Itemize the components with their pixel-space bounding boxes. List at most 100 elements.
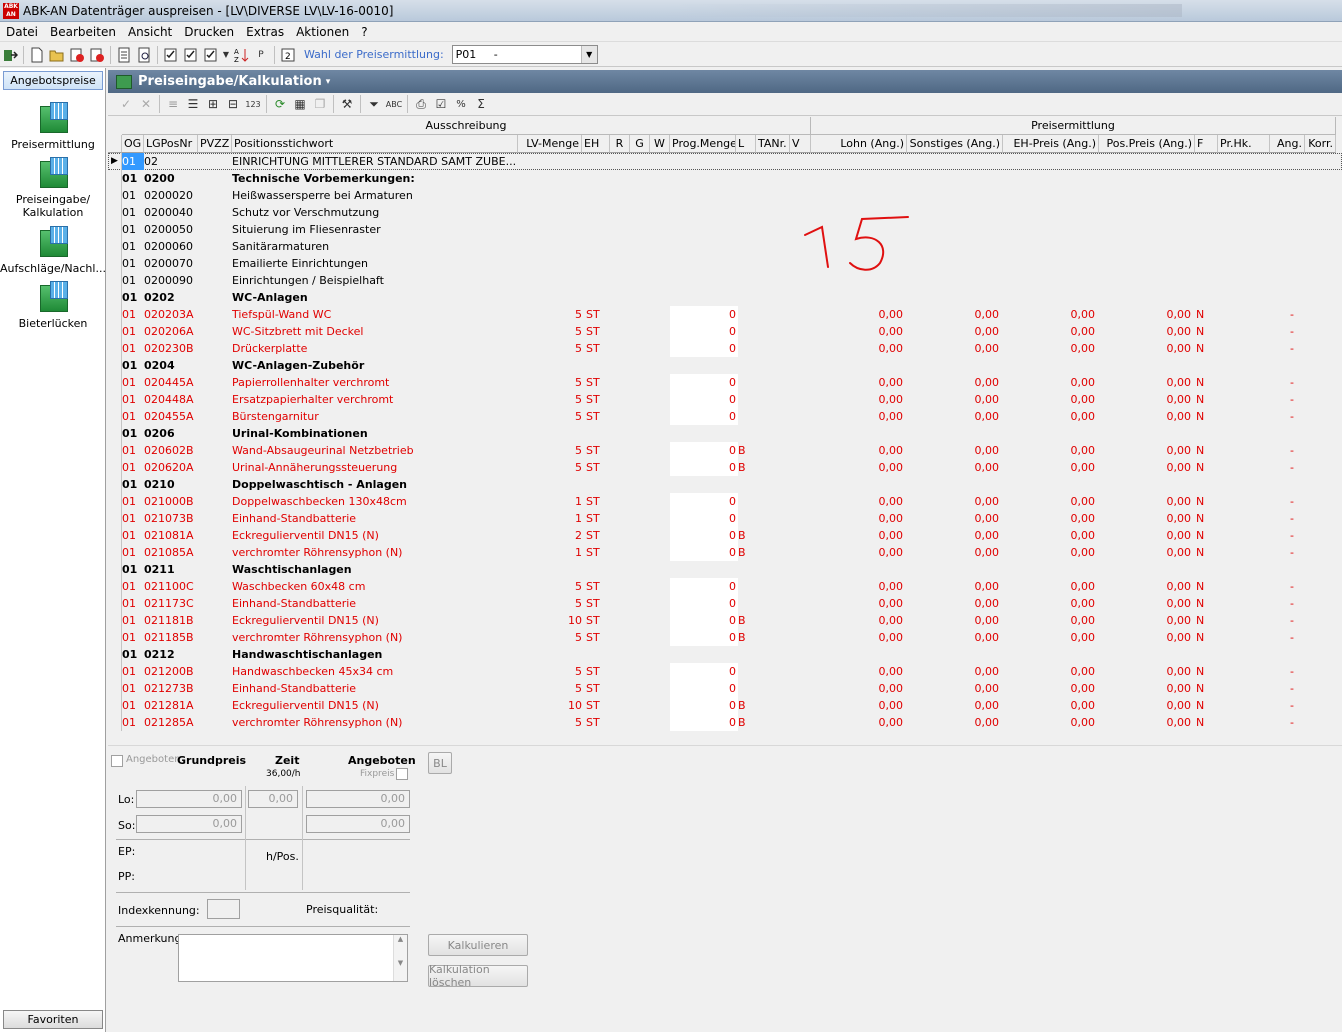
column-header-eh-preis[interactable]: EH-Preis (Ang.) — [1003, 135, 1099, 153]
cell-prog-menge[interactable]: 0 — [670, 629, 738, 646]
document-list-icon[interactable] — [114, 45, 134, 65]
cell-prog-menge[interactable]: 0 — [670, 510, 738, 527]
column-header-lohn[interactable]: Lohn (Ang.) — [811, 135, 907, 153]
lo-grundpreis-field[interactable]: 0,00 — [136, 790, 242, 808]
menu-extras[interactable]: Extras — [240, 25, 290, 39]
filter-abc-icon[interactable]: ABC — [384, 94, 404, 114]
column-header-f[interactable]: F — [1195, 135, 1218, 153]
import-icon[interactable] — [67, 45, 87, 65]
close-icon[interactable]: ✕ — [136, 94, 156, 114]
column-header-positionsstichwort[interactable]: Positionsstichwort — [232, 135, 518, 153]
column-header-pr-hk[interactable]: Pr.Hk. — [1218, 135, 1270, 153]
column-header-prog-menge[interactable]: Prog.Menge — [670, 135, 736, 153]
lo-zeit-field[interactable]: 0,00 — [248, 790, 298, 808]
cell-prog-menge[interactable]: 0 — [670, 391, 738, 408]
table-row[interactable]: 01 0200040 Schutz vor Verschmutzung — [108, 204, 1342, 221]
column-header-l[interactable]: L — [736, 135, 756, 153]
table-row[interactable]: ▶ 01 02 EINRICHTUNG MITTLERER STANDARD SAMT… — [108, 153, 1342, 170]
fixpreis-checkbox[interactable] — [396, 768, 408, 780]
table-row[interactable]: 01 020455A Bürstengarnitur 5 ST 0 0,00 0,00 0,00… — [108, 408, 1342, 425]
filter-icon[interactable]: ⏷ — [364, 94, 384, 114]
document-search-icon[interactable] — [134, 45, 154, 65]
cell-prog-menge[interactable]: 0 — [670, 714, 738, 731]
menu-bearbeiten[interactable]: Bearbeiten — [44, 25, 122, 39]
indexkennung-field[interactable] — [207, 899, 240, 919]
cell-prog-menge[interactable]: 0 — [670, 663, 738, 680]
cell-prog-menge[interactable]: 0 — [670, 697, 738, 714]
column-header-lv-menge[interactable]: LV-Menge — [518, 135, 582, 153]
column-header-pvzz[interactable]: PVZZ — [198, 135, 232, 153]
table-row[interactable]: 01 021273B Einhand-Standbatterie 5 ST 0 0,00 0,… — [108, 680, 1342, 697]
preisermittlung-select[interactable]: P01 - ▼ — [451, 45, 598, 64]
cell-prog-menge[interactable]: 0 — [670, 680, 738, 697]
table-row[interactable]: 01 020620A Urinal-Annäherungssteuerung 5 ST 0… — [108, 459, 1342, 476]
table-row[interactable]: 01 0212 Handwaschtischanlagen — [108, 646, 1342, 663]
collapse-icon[interactable]: ≡ — [163, 94, 183, 114]
column-header-sonstiges[interactable]: Sonstiges (Ang.) — [907, 135, 1003, 153]
cell-prog-menge[interactable]: 0 — [670, 442, 738, 459]
cell-prog-menge[interactable]: 0 — [670, 595, 738, 612]
sidebar-item-bieterluecken[interactable]: Bieterlücken — [0, 281, 106, 330]
table-row[interactable]: 01 020448A Ersatzpapierhalter verchromt 5 ST… — [108, 391, 1342, 408]
open-folder-icon[interactable] — [47, 45, 67, 65]
column-header-v[interactable]: V — [790, 135, 811, 153]
preview-icon[interactable]: ⎙ — [411, 94, 431, 114]
column-header-tanr[interactable]: TANr. — [756, 135, 790, 153]
menu-aktionen[interactable]: Aktionen — [290, 25, 355, 39]
table-row[interactable]: 01 020203A Tiefspül-Wand WC 5 ST 0 0,00 0,00 0,0… — [108, 306, 1342, 323]
column-header-lgposnr[interactable]: LGPosNr — [144, 135, 198, 153]
cell-prog-menge[interactable]: 0 — [670, 323, 738, 340]
exit-icon[interactable] — [0, 45, 20, 65]
table-row[interactable]: 01 021173C Einhand-Standbatterie 5 ST 0 0,00 0,… — [108, 595, 1342, 612]
column-header-pos-preis[interactable]: Pos.Preis (Ang.) — [1099, 135, 1195, 153]
numbering-icon[interactable]: 123 — [243, 94, 263, 114]
table-row[interactable]: 01 020602B Wand-Absaugeurinal Netzbetrieb 5… — [108, 442, 1342, 459]
cell-prog-menge[interactable]: 0 — [670, 408, 738, 425]
checklist-icon[interactable] — [161, 45, 181, 65]
p-icon[interactable]: P — [251, 45, 271, 65]
angebotspreise-button[interactable]: Angebotspreise — [3, 71, 103, 90]
binoculars-icon[interactable]: ⊞ — [203, 94, 223, 114]
table-row[interactable]: 01 021100C Waschbecken 60x48 cm 5 ST 0 0,00 0,0… — [108, 578, 1342, 595]
sidebar-item-preiseingabe[interactable]: Preiseingabe/ Kalkulation — [0, 157, 106, 219]
column-header-w[interactable]: W — [650, 135, 670, 153]
export-icon[interactable] — [87, 45, 107, 65]
table-row[interactable]: 01 0206 Urinal-Kombinationen — [108, 425, 1342, 442]
cell-prog-menge[interactable]: 0 — [670, 340, 738, 357]
cell-prog-menge[interactable]: 0 — [670, 544, 738, 561]
kalkulation-loeschen-button[interactable]: Kalkulation löschen — [428, 963, 528, 989]
binoculars-2-icon[interactable]: ⊟ — [223, 94, 243, 114]
table-row[interactable]: 01 0204 WC-Anlagen-Zubehör — [108, 357, 1342, 374]
cell-prog-menge[interactable]: 0 — [670, 493, 738, 510]
bl-button[interactable]: BL — [428, 752, 452, 774]
table-row[interactable]: 01 021073B Einhand-Standbatterie 1 ST 0 0,00 0,… — [108, 510, 1342, 527]
refresh-icon[interactable]: ⟳ — [270, 94, 290, 114]
table-row[interactable]: 01 0200090 Einrichtungen / Beispielhaft — [108, 272, 1342, 289]
table-row[interactable]: 01 020230B Drückerplatte 5 ST 0 0,00 0,00 0,00 0,… — [108, 340, 1342, 357]
favoriten-button[interactable]: Favoriten — [3, 1010, 103, 1029]
table-row[interactable]: 01 021000B Doppelwaschbecken 130x48cm 1 ST 0 0… — [108, 493, 1342, 510]
column-header-eh[interactable]: EH — [582, 135, 610, 153]
calc-check-icon[interactable]: ☑ — [431, 94, 451, 114]
menu-datei[interactable]: Datei — [0, 25, 44, 39]
menu-ansicht[interactable]: Ansicht — [122, 25, 178, 39]
menu-help[interactable]: ? — [355, 25, 373, 39]
dialog-icon[interactable]: 2 — [278, 45, 298, 65]
table-row[interactable]: 01 0210 Doppelwaschtisch - Anlagen — [108, 476, 1342, 493]
cell-prog-menge[interactable]: 0 — [670, 578, 738, 595]
table-row[interactable]: 01 020206A WC-Sitzbrett mit Deckel 5 ST 0 0,00… — [108, 323, 1342, 340]
column-header-g[interactable]: G — [630, 135, 650, 153]
tools-icon[interactable]: ⚒ — [337, 94, 357, 114]
table-row[interactable]: 01 0200060 Sanitärarmaturen — [108, 238, 1342, 255]
cell-prog-menge[interactable]: 0 — [670, 306, 738, 323]
sort-az-icon[interactable]: AZ — [231, 45, 251, 65]
column-header-r[interactable]: R — [610, 135, 630, 153]
table-row[interactable]: 01 021281A Eckregulierventil DN15 (N) 10 ST 0… — [108, 697, 1342, 714]
scrollbar[interactable]: ▲ ▼ — [393, 935, 407, 981]
table-row[interactable]: 01 0200070 Emailierte Einrichtungen — [108, 255, 1342, 272]
list-indent-icon[interactable]: ☰ — [183, 94, 203, 114]
sum-icon[interactable]: Σ — [471, 94, 491, 114]
cell-prog-menge[interactable]: 0 — [670, 459, 738, 476]
cell-prog-menge[interactable]: 0 — [670, 612, 738, 629]
table-row[interactable]: 01 0202 WC-Anlagen — [108, 289, 1342, 306]
